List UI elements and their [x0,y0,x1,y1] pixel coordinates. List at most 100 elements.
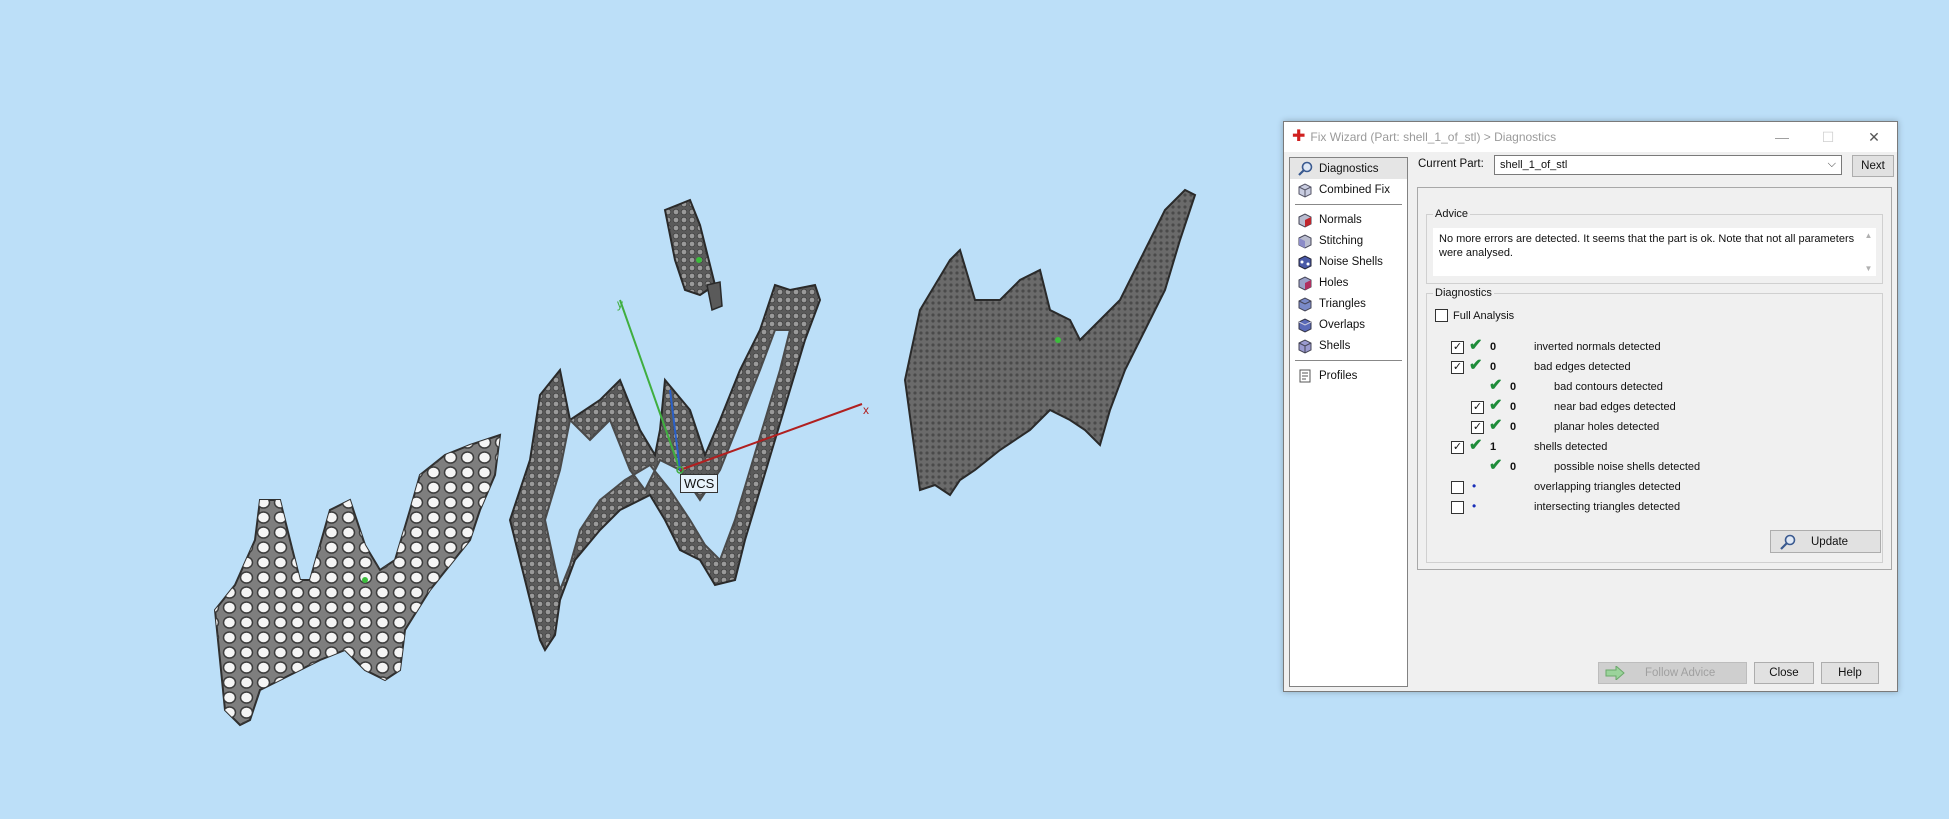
row-label: planar holes detected [1554,421,1660,433]
advice-group: Advice No more errors are detected. It s… [1426,208,1883,284]
diag-row-shells: ✓ ✔ 1 shells detected [1427,437,1877,455]
nav-item-shells[interactable]: Shells [1290,335,1407,356]
bumpy-frame-part[interactable] [508,283,822,652]
help-button[interactable]: Help [1821,662,1879,684]
nav-label: Holes [1319,276,1349,289]
diag-row-overlapping-triangles: • overlapping triangles detected [1427,479,1877,495]
nav-label: Normals [1319,213,1362,226]
diagnostics-page: Advice No more errors are detected. It s… [1417,187,1892,570]
green-check-icon: ✔ [1469,437,1483,454]
mesh-part[interactable] [903,188,1197,497]
green-check-icon: ✔ [1469,337,1483,354]
current-part-select[interactable]: shell_1_of_stl ⌵ [1494,155,1842,175]
close-button[interactable]: Close [1754,662,1814,684]
shells-cube-icon [1296,338,1314,354]
not-tested-dot-icon: • [1472,499,1477,513]
fix-wizard-dialog: ✚ Fix Wizard (Part: shell_1_of_stl) > Di… [1283,121,1898,692]
diag-row-intersecting-triangles: • intersecting triangles detected [1427,499,1877,515]
current-part-label: Current Part: [1418,158,1484,170]
overlaps-cube-icon [1296,317,1314,333]
advice-text: No more errors are detected. It seems th… [1433,228,1861,276]
nav-label: Shells [1319,339,1351,352]
nav-item-diagnostics[interactable]: Diagnostics [1290,158,1407,179]
normals-cube-icon [1296,212,1314,228]
diagnostics-group: Diagnostics Full Analysis ✓ ✔ 0 inverted… [1426,287,1883,563]
current-part-value: shell_1_of_stl [1500,159,1568,171]
nav-item-overlaps[interactable]: Overlaps [1290,314,1407,335]
magnifier-icon [1296,161,1314,177]
diagnostics-title: Diagnostics [1433,287,1494,299]
next-button[interactable]: Next [1852,155,1894,177]
full-analysis-checkbox[interactable] [1435,309,1448,322]
current-part-row: Current Part: shell_1_of_stl ⌵ Next [1418,155,1894,177]
row-checkbox[interactable]: ✓ [1451,440,1464,454]
close-window-button[interactable]: ✕ [1851,122,1897,152]
row-label: bad edges detected [1534,361,1631,373]
row-count: 0 [1510,461,1517,473]
fix-nav-panel: Diagnostics Combined Fix Normals Stitchi… [1289,157,1408,687]
diag-row-noise-shells: ✔ 0 possible noise shells detected [1427,458,1877,475]
honeycomb-part[interactable] [213,433,502,727]
nav-item-normals[interactable]: Normals [1290,209,1407,230]
scroll-down-icon[interactable]: ▼ [1865,264,1873,273]
diag-row-bad-edges: ✓ ✔ 0 bad edges detected [1427,357,1877,375]
arrow-right-icon [1605,666,1625,680]
nav-item-combined-fix[interactable]: Combined Fix [1290,179,1407,200]
green-check-icon: ✔ [1489,397,1503,414]
dialog-titlebar[interactable]: ✚ Fix Wizard (Part: shell_1_of_stl) > Di… [1284,122,1897,152]
nav-label: Diagnostics [1319,162,1379,175]
nav-label: Stitching [1319,234,1364,247]
full-analysis-label: Full Analysis [1453,309,1515,322]
noise-shells-icon [1296,254,1314,270]
cube-icon [1296,182,1314,198]
nav-item-triangles[interactable]: Triangles [1290,293,1407,314]
diag-row-planar-holes: ✓ ✔ 0 planar holes detected [1427,417,1877,435]
advice-title: Advice [1433,208,1471,220]
update-button[interactable]: Update [1770,530,1881,553]
row-checkbox[interactable]: ✓ [1471,400,1484,414]
row-checkbox[interactable]: ✓ [1451,360,1464,374]
chevron-down-icon: ⌵ [1827,158,1836,170]
maximize-button[interactable]: ☐ [1805,122,1851,152]
update-label: Update [1811,535,1849,548]
advice-scrollbar[interactable]: ▲ ▼ [1861,228,1876,276]
axis-x-letter: x [863,403,869,417]
row-checkbox[interactable] [1451,480,1464,494]
row-checkbox[interactable]: ✓ [1471,420,1484,434]
row-checkbox[interactable]: ✓ [1451,340,1464,354]
follow-advice-button[interactable]: Follow Advice [1598,662,1747,684]
row-label: near bad edges detected [1554,401,1676,413]
row-count: 0 [1490,341,1497,353]
nav-item-holes[interactable]: Holes [1290,272,1407,293]
nav-item-profiles[interactable]: Profiles [1290,365,1407,386]
nav-label: Profiles [1319,369,1358,382]
small-fragment-part[interactable] [663,198,723,312]
triangles-cube-icon [1296,296,1314,312]
magnifier-icon [1780,534,1796,550]
diag-row-inverted-normals: ✓ ✔ 0 inverted normals detected [1427,337,1877,355]
green-check-icon: ✔ [1469,357,1483,374]
diag-row-near-bad-edges: ✓ ✔ 0 near bad edges detected [1427,397,1877,415]
nav-label: Triangles [1319,297,1366,310]
nav-item-noise-shells[interactable]: Noise Shells [1290,251,1407,272]
nav-label: Overlaps [1319,318,1366,331]
nav-item-stitching[interactable]: Stitching [1290,230,1407,251]
row-label: shells detected [1534,441,1608,453]
dialog-title: Fix Wizard (Part: shell_1_of_stl) > Diag… [1310,130,1557,144]
minimize-button[interactable]: — [1759,122,1805,152]
green-check-icon: ✔ [1489,417,1503,434]
row-checkbox[interactable] [1451,500,1464,514]
nav-label: Combined Fix [1319,183,1390,196]
scroll-up-icon[interactable]: ▲ [1865,231,1873,240]
row-count: 0 [1510,421,1517,433]
follow-advice-label: Follow Advice [1645,667,1716,679]
wcs-label: WCS [680,474,719,493]
row-label: inverted normals detected [1534,341,1661,353]
row-count: 1 [1490,441,1497,453]
nav-divider [1295,360,1402,361]
row-label: possible noise shells detected [1554,461,1701,473]
not-tested-dot-icon: • [1472,479,1477,493]
full-analysis-option[interactable]: Full Analysis [1435,309,1514,322]
nav-label: Noise Shells [1319,255,1383,268]
app-cross-icon: ✚ [1292,128,1306,145]
